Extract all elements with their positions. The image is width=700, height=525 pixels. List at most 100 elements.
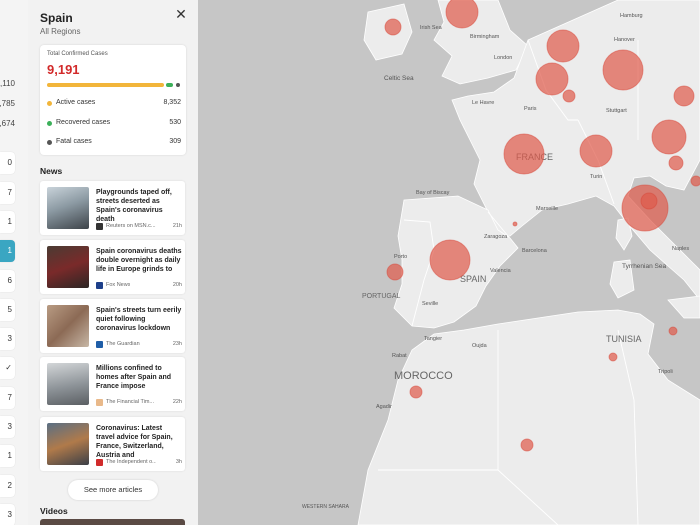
map-label: London — [494, 55, 512, 61]
map-label: Paris — [524, 106, 537, 112]
news-thumbnail — [47, 305, 89, 347]
news-thumbnail — [47, 423, 89, 465]
fatal-cases-row: Fatal cases 309 — [47, 137, 181, 149]
news-source-name: Reuters on MSN.c... — [106, 223, 156, 229]
recovered-cases-bar — [166, 83, 173, 87]
strip-count: 3,674 — [0, 119, 15, 128]
news-card[interactable]: Millions confined to homes after Spain a… — [40, 357, 185, 411]
country-list-strip: ,110 7,785 3,674 0 7 1 1 6 5 3 ✓ 7 3 1 2… — [0, 0, 28, 525]
map-label: Hamburg — [620, 13, 643, 19]
country-list-item[interactable]: 7 — [0, 387, 15, 409]
source-logo-icon — [96, 459, 103, 466]
case-marker[interactable] — [602, 49, 644, 91]
country-list-item-selected[interactable]: 1 — [0, 240, 15, 262]
map-label: Barcelona — [522, 248, 548, 254]
fatal-cases-bar — [176, 83, 180, 87]
map-label: Rabat — [392, 353, 407, 359]
news-source-name: Fox News — [106, 282, 131, 288]
case-marker[interactable] — [608, 352, 618, 362]
news-source: The Financial Tim... 22h — [96, 398, 182, 407]
country-list-item[interactable]: 3 — [0, 328, 15, 350]
case-marker[interactable] — [673, 85, 695, 107]
map-label: WESTERN SAHARA — [302, 504, 350, 510]
case-marker[interactable] — [640, 192, 658, 210]
fatal-cases-value: 309 — [169, 138, 181, 145]
news-source-name: The Financial Tim... — [106, 399, 154, 405]
case-marker[interactable] — [409, 385, 423, 399]
video-thumbnail[interactable] — [40, 519, 185, 525]
case-marker[interactable] — [429, 239, 471, 281]
case-marker[interactable] — [384, 18, 402, 36]
country-list-item[interactable]: 7 — [0, 182, 15, 204]
panel-subtitle: All Regions — [40, 27, 81, 36]
country-list-item[interactable]: 1 — [0, 211, 15, 233]
map-label: Bay of Biscay — [416, 190, 450, 196]
fatal-dot-icon — [47, 140, 52, 145]
map-label: Porto — [394, 254, 407, 260]
news-source: The Guardian 23h — [96, 340, 182, 349]
map-label: Tyrrhenian Sea — [622, 263, 666, 270]
news-source: The Independent o... 3h — [96, 458, 182, 467]
news-card[interactable]: Coronavirus: Latest travel advice for Sp… — [40, 417, 185, 471]
case-marker[interactable] — [535, 62, 569, 96]
case-marker[interactable] — [668, 155, 684, 171]
case-marker[interactable] — [386, 263, 404, 281]
case-stats-card: Total Confirmed Cases 9,191 Active cases… — [40, 45, 186, 155]
news-card[interactable]: Spain's streets turn eerily quiet follow… — [40, 299, 185, 353]
map-label: Le Havre — [472, 100, 494, 106]
country-list-item[interactable]: 6 — [0, 270, 15, 292]
case-marker[interactable] — [690, 175, 700, 187]
case-marker[interactable] — [520, 438, 534, 452]
country-list-item[interactable]: 2 — [0, 475, 15, 497]
map-label: Zaragoza — [484, 234, 508, 240]
news-thumbnail — [47, 363, 89, 405]
total-cases-label: Total Confirmed Cases — [47, 51, 108, 57]
news-card[interactable]: Playgrounds taped off, streets deserted … — [40, 181, 185, 235]
recovered-dot-icon — [47, 121, 52, 126]
active-dot-icon — [47, 101, 52, 106]
active-cases-bar — [47, 83, 164, 87]
case-marker[interactable] — [562, 89, 576, 103]
map-label: MOROCCO — [394, 370, 453, 382]
case-marker[interactable] — [651, 119, 687, 155]
source-logo-icon — [96, 282, 103, 289]
country-list-item[interactable]: ✓ — [0, 357, 15, 379]
strip-count: ,110 — [0, 79, 15, 88]
country-list-item[interactable]: 0 — [0, 152, 15, 174]
map-label: Valencia — [490, 268, 512, 274]
news-card[interactable]: Spain coronavirus deaths double overnigh… — [40, 240, 185, 294]
videos-heading: Videos — [40, 506, 68, 516]
news-time: 21h — [172, 223, 182, 229]
news-headline: Spain coronavirus deaths double overnigh… — [96, 248, 182, 273]
news-thumbnail — [47, 187, 89, 229]
news-time: 22h — [172, 399, 182, 405]
map-label: Tangier — [424, 336, 442, 342]
fatal-cases-label: Fatal cases — [56, 138, 92, 145]
case-marker[interactable] — [579, 134, 613, 168]
news-headline: Playgrounds taped off, streets deserted … — [96, 189, 172, 223]
country-list-item[interactable]: 5 — [0, 299, 15, 321]
map-label: Hanover — [614, 37, 635, 43]
map-label: Naples — [672, 246, 689, 252]
case-marker[interactable] — [503, 133, 545, 175]
country-list-item[interactable]: 3 — [0, 416, 15, 438]
country-list-item[interactable]: 3 — [0, 504, 15, 525]
map-label: Tripoli — [658, 369, 673, 375]
map-label: Stuttgart — [606, 108, 627, 114]
source-logo-icon — [96, 399, 103, 406]
close-icon[interactable]: ✕ — [174, 7, 188, 21]
case-marker[interactable] — [668, 326, 678, 336]
case-marker[interactable] — [512, 221, 518, 227]
recovered-cases-value: 530 — [169, 119, 181, 126]
case-marker[interactable] — [445, 0, 479, 29]
case-marker[interactable] — [546, 29, 580, 63]
news-source: Fox News 20h — [96, 281, 182, 290]
source-logo-icon — [96, 223, 103, 230]
see-more-articles-button[interactable]: See more articles — [68, 480, 158, 500]
map-label: PORTUGAL — [362, 293, 400, 300]
news-source-name: The Independent o... — [106, 459, 156, 465]
country-list-item[interactable]: 1 — [0, 445, 15, 467]
recovered-cases-label: Recovered cases — [56, 119, 111, 126]
news-time: 3h — [175, 459, 182, 465]
map-view[interactable]: Irish Sea Birmingham London Hamburg Hano… — [198, 0, 700, 525]
